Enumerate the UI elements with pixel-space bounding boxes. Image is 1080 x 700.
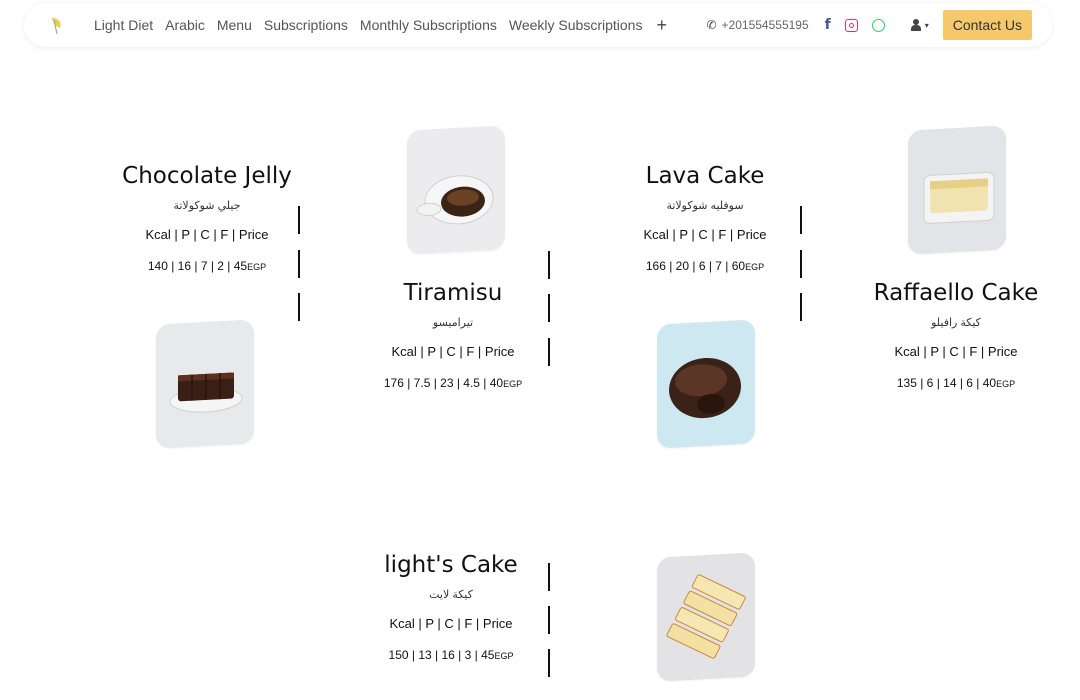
nutrition-values: 176 | 7.5 | 23 | 4.5 | 40EGP xyxy=(383,376,523,390)
nutrition-header: Kcal | P | C | F | Price xyxy=(145,227,269,242)
divider-bar xyxy=(548,251,550,279)
nutrition-values: 140 | 16 | 7 | 2 | 45EGP xyxy=(147,259,267,273)
divider-bar xyxy=(800,293,802,321)
currency: EGP xyxy=(996,379,1016,389)
product-card-lights-cake: light's Cake كيكة لايت Kcal | P | C | F … xyxy=(351,551,551,664)
product-name: Chocolate Jelly xyxy=(122,163,292,189)
nutrition-header: Kcal | P | C | F | Price xyxy=(389,616,513,631)
product-arabic-name: كيكة رافيلو xyxy=(931,317,981,329)
nav-link-light-diet[interactable]: Light Diet xyxy=(94,17,153,33)
nutrition-values: 135 | 6 | 14 | 6 | 40EGP xyxy=(896,376,1016,390)
divider-bar xyxy=(298,250,300,278)
product-card-lava-cake: Lava Cake سوفليه شوكولاتة Kcal | P | C |… xyxy=(605,162,805,275)
divider-bar xyxy=(800,206,802,234)
currency: EGP xyxy=(247,262,267,272)
product-image-raffaello-cake[interactable] xyxy=(908,125,1006,255)
product-name: Lava Cake xyxy=(645,163,765,189)
product-image-tiramisu[interactable] xyxy=(407,125,505,255)
phone-number: +201554555195 xyxy=(721,18,809,32)
nav-link-menu[interactable]: Menu xyxy=(217,17,252,33)
product-image-lights-cake[interactable] xyxy=(657,552,755,682)
whatsapp-icon[interactable] xyxy=(871,18,885,32)
product-arabic-name: جيلي شوكولاتة xyxy=(173,200,241,212)
product-name: Tiramisu xyxy=(403,280,503,306)
divider-bar xyxy=(298,293,300,321)
phone-contact[interactable]: ✆ +201554555195 xyxy=(706,18,808,32)
user-icon xyxy=(910,19,921,31)
nav-right: ✆ +201554555195 f ▾ Contact Us xyxy=(706,3,1032,47)
caret-down-icon: ▾ xyxy=(924,20,929,30)
product-arabic-name: سوفليه شوكولاتة xyxy=(666,200,744,212)
product-image-lava-cake[interactable] xyxy=(657,319,755,449)
product-image-chocolate-jelly[interactable] xyxy=(156,319,254,449)
divider-bar xyxy=(548,649,550,677)
product-name: light's Cake xyxy=(384,552,518,578)
facebook-icon[interactable]: f xyxy=(825,17,831,33)
product-card-raffaello-cake: Raffaello Cake كيكة رافيلو Kcal | P | C … xyxy=(856,279,1056,392)
phone-icon: ✆ xyxy=(706,18,717,32)
nutrition-values: 150 | 13 | 16 | 3 | 45EGP xyxy=(388,648,514,662)
nav-link-arabic[interactable]: Arabic xyxy=(165,17,205,33)
contact-us-button[interactable]: Contact Us xyxy=(942,10,1032,40)
instagram-icon[interactable] xyxy=(844,18,858,32)
product-arabic-name: كيكة لايت xyxy=(429,589,473,601)
nutrition-values: 166 | 20 | 6 | 7 | 60EGP xyxy=(645,259,765,273)
divider-bar xyxy=(548,606,550,634)
divider-bar xyxy=(298,206,300,234)
product-name: Raffaello Cake xyxy=(873,280,1039,306)
user-menu[interactable]: ▾ xyxy=(910,19,929,31)
divider-bar xyxy=(548,563,550,591)
more-plus-icon[interactable]: + xyxy=(656,16,667,34)
nav-link-weekly-subscriptions[interactable]: Weekly Subscriptions xyxy=(509,17,643,33)
nutrition-header: Kcal | P | C | F | Price xyxy=(391,344,515,359)
currency: EGP xyxy=(745,262,765,272)
social-links: f xyxy=(825,17,885,33)
top-navbar: Light Diet Arabic Menu Subscriptions Mon… xyxy=(24,3,1052,47)
nav-link-monthly-subscriptions[interactable]: Monthly Subscriptions xyxy=(360,17,497,33)
currency: EGP xyxy=(503,379,523,389)
nav-links: Light Diet Arabic Menu Subscriptions Mon… xyxy=(94,3,667,47)
nutrition-header: Kcal | P | C | F | Price xyxy=(894,344,1018,359)
product-arabic-name: تيراميسو xyxy=(432,317,474,329)
leaf-logo-icon[interactable] xyxy=(48,16,66,36)
currency: EGP xyxy=(494,651,514,661)
nav-link-subscriptions[interactable]: Subscriptions xyxy=(264,17,348,33)
product-card-tiramisu: Tiramisu تيراميسو Kcal | P | C | F | Pri… xyxy=(353,279,553,392)
nutrition-header: Kcal | P | C | F | Price xyxy=(643,227,767,242)
divider-bar xyxy=(800,250,802,278)
product-card-chocolate-jelly: Chocolate Jelly جيلي شوكولاتة Kcal | P |… xyxy=(107,162,307,275)
